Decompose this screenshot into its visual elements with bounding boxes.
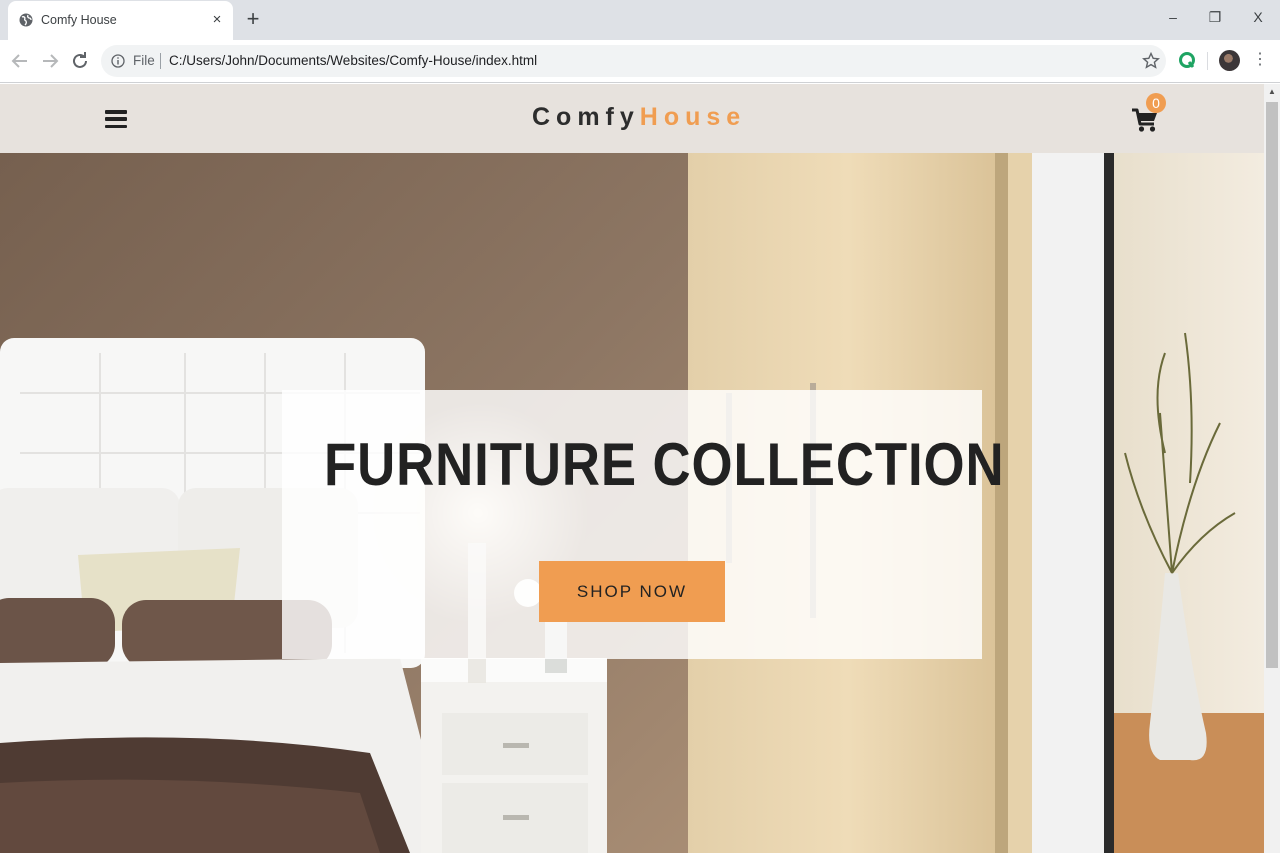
vertical-scrollbar[interactable]: ▲ [1264, 84, 1280, 853]
url-text[interactable]: C:/Users/John/Documents/Websites/Comfy-H… [169, 53, 537, 68]
back-icon[interactable] [8, 49, 32, 73]
browser-tab[interactable]: Comfy House × [8, 1, 233, 40]
site-navbar: ComfyHouse 0 [0, 84, 1264, 153]
forward-icon[interactable] [38, 49, 62, 73]
url-scheme: File [133, 53, 155, 68]
cart-count-badge: 0 [1146, 93, 1166, 113]
tab-strip: Comfy House × + – ❐ X [0, 0, 1280, 40]
hamburger-menu-icon[interactable] [105, 108, 127, 130]
hero-section: FURNITURE COLLECTION SHOP NOW [0, 153, 1264, 853]
window-close-button[interactable]: X [1245, 6, 1271, 28]
tab-close-button[interactable]: × [208, 9, 226, 31]
browser-toolbar: File C:/Users/John/Documents/Websites/Co… [0, 40, 1280, 83]
hero-banner: FURNITURE COLLECTION SHOP NOW [282, 390, 1005, 659]
tab-title: Comfy House [41, 13, 117, 27]
logo-text-house: House [639, 103, 747, 131]
menu-icon[interactable]: ⋮ [1252, 49, 1268, 71]
minimize-button[interactable]: – [1160, 6, 1186, 28]
reload-icon[interactable] [68, 49, 92, 73]
divider [1207, 52, 1208, 70]
shop-now-button[interactable]: SHOP NOW [539, 561, 725, 622]
extension-icon[interactable] [1177, 50, 1197, 70]
globe-icon [19, 13, 33, 27]
logo-text-comfy: Comfy [532, 103, 640, 131]
scroll-up-arrow-icon[interactable]: ▲ [1264, 84, 1280, 100]
restore-button[interactable]: ❐ [1202, 6, 1228, 28]
address-bar[interactable]: File C:/Users/John/Documents/Websites/Co… [101, 45, 1166, 77]
info-icon[interactable] [111, 54, 125, 68]
site-logo[interactable]: ComfyHouse [532, 103, 746, 132]
page-viewport: ComfyHouse 0 FURNITURE COLLECTION SHOP N… [0, 84, 1264, 853]
scrollbar-thumb[interactable] [1266, 102, 1278, 668]
avatar[interactable] [1219, 50, 1240, 71]
new-tab-button[interactable]: + [243, 7, 263, 31]
hero-title: FURNITURE COLLECTION [324, 431, 1005, 498]
divider [160, 53, 161, 69]
star-icon[interactable] [1141, 51, 1161, 71]
